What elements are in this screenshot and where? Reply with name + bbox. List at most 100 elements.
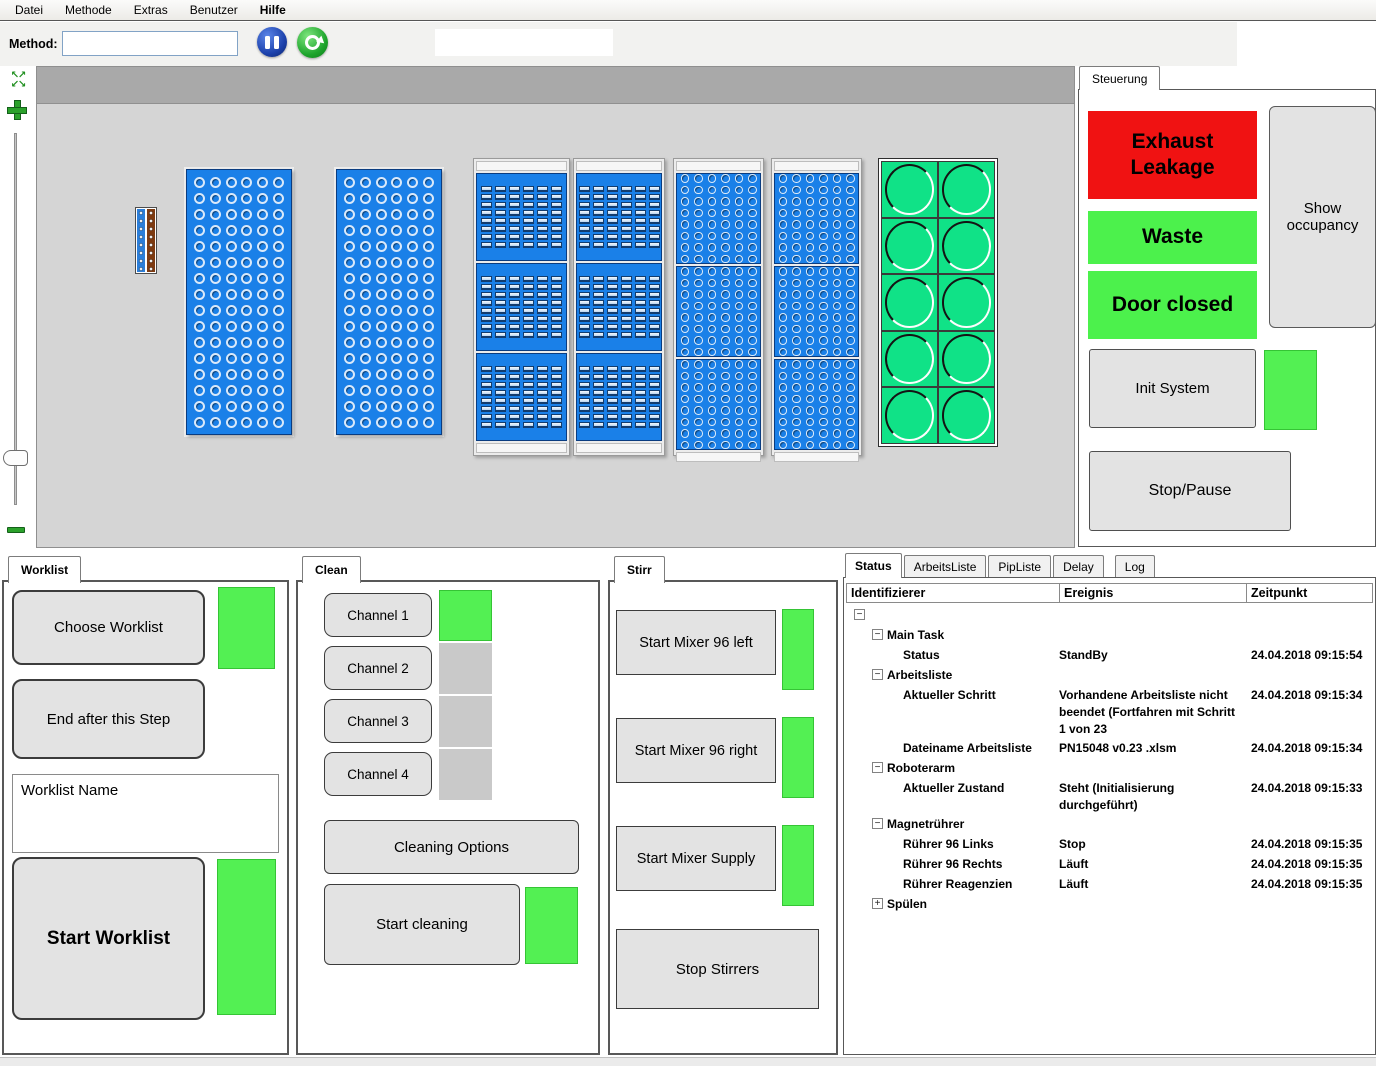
menubar: DateiMethodeExtrasBenutzerHilfe: [0, 0, 1376, 21]
channel-3-indicator: [439, 696, 492, 747]
vial-stack-1: [673, 158, 764, 456]
stop-stirrers-button[interactable]: Stop Stirrers: [616, 929, 819, 1009]
tab-log[interactable]: Log: [1115, 555, 1155, 577]
tube-strip-brown: [147, 209, 155, 272]
stirr-panel: Start Mixer 96 left Start Mixer 96 right S…: [608, 580, 838, 1055]
status-table-header: Identifizierer Ereignis Zeitpunkt: [846, 583, 1373, 603]
status-tree: −−Main TaskStatusStandBy24.04.2018 09:15…: [846, 605, 1373, 1052]
expander-minus-icon[interactable]: −: [872, 818, 883, 829]
tree-row-r-hrer-96-links: Rührer 96 LinksStop24.04.2018 09:15:35: [846, 834, 1373, 854]
exhaust-leakage-indicator[interactable]: Exhaust Leakage: [1088, 111, 1257, 199]
expander-minus-icon[interactable]: −: [872, 629, 883, 640]
fit-view-icon[interactable]: ↖↗↙↘: [8, 71, 28, 90]
app-window: DateiMethodeExtrasBenutzerHilfe Method: …: [0, 0, 1376, 1066]
choose-worklist-button[interactable]: Choose Worklist: [12, 590, 205, 665]
wellplate-left: [186, 169, 292, 435]
tree-row-dateiname-arbeitsliste: Dateiname ArbeitslistePN15048 v0.23 .xls…: [846, 738, 1373, 758]
tab-worklist[interactable]: Worklist: [8, 556, 81, 583]
channel-1-indicator: [439, 590, 492, 641]
channel-4-indicator: [439, 749, 492, 800]
channel-1-button[interactable]: Channel 1: [324, 593, 432, 637]
tab-status[interactable]: Status: [845, 553, 902, 578]
menu-item-datei[interactable]: Datei: [4, 1, 54, 19]
start-mixer-96-left-indicator: [782, 609, 814, 690]
vial-stack-2: [771, 158, 862, 456]
tree-row-aktueller-zustand: Aktueller ZustandSteht (Initialisierung …: [846, 778, 1373, 814]
channel-4-button[interactable]: Channel 4: [324, 752, 432, 796]
expander-minus-icon[interactable]: −: [872, 669, 883, 680]
clean-channels: Channel 1 Channel 2 Channel 3 Channel 4: [324, 590, 492, 800]
status-tabs: StatusArbeitsListePipListeDelay Log: [845, 553, 1155, 578]
worklist-name-field[interactable]: Worklist Name: [12, 774, 279, 853]
zoom-out-icon[interactable]: [7, 527, 25, 533]
channel-2-button[interactable]: Channel 2: [324, 646, 432, 690]
start-mixer-96-right-indicator: [782, 717, 814, 798]
tip-stack-1: [473, 158, 570, 456]
tree-row-main-task: −Main Task: [846, 625, 1373, 645]
tree-row-magnetr-hrer: −Magnetrührer: [846, 814, 1373, 834]
wellplate-right: [336, 169, 442, 435]
tree-row-r-hrer-reagenzien: Rührer ReagenzienLäuft24.04.2018 09:15:3…: [846, 874, 1373, 894]
tree-row-r-hrer-96-rechts: Rührer 96 RechtsLäuft24.04.2018 09:15:35: [846, 854, 1373, 874]
status-column-zeitpunkt: Zeitpunkt: [1247, 584, 1372, 602]
tube-strip: [135, 207, 157, 274]
start-worklist-button[interactable]: Start Worklist: [12, 857, 205, 1020]
menu-item-extras[interactable]: Extras: [123, 1, 179, 19]
menu-item-hilfe[interactable]: Hilfe: [249, 1, 297, 19]
expander-minus-icon[interactable]: −: [854, 609, 865, 620]
status-panel: Identifizierer Ereignis Zeitpunkt −−Main…: [843, 577, 1376, 1055]
trough-rack: [878, 158, 998, 447]
tube-strip-blue: [137, 209, 145, 272]
worklist-panel: Choose Worklist End after this Step Work…: [2, 580, 289, 1055]
pause-icon[interactable]: [257, 27, 287, 57]
toolbar: Method:: [0, 22, 1237, 66]
init-system-button[interactable]: Init System: [1089, 349, 1256, 428]
steuerung-panel: Exhaust Leakage Waste Door closed Show o…: [1078, 89, 1376, 547]
deck-canvas: [36, 66, 1075, 548]
start-cleaning-indicator: [525, 887, 578, 964]
stirr-mixers: Start Mixer 96 left Start Mixer 96 right S…: [616, 609, 814, 906]
start-mixer-96-left-button[interactable]: Start Mixer 96 left: [616, 610, 776, 675]
tree-row-root: −: [846, 605, 1373, 625]
tree-row-sp-len: +Spülen: [846, 894, 1373, 914]
tab-steuerung[interactable]: Steuerung: [1079, 66, 1160, 90]
start-cleaning-button[interactable]: Start cleaning: [324, 884, 520, 965]
clean-panel: Channel 1 Channel 2 Channel 3 Channel 4 Cle…: [296, 580, 600, 1055]
menu-item-benutzer[interactable]: Benutzer: [179, 1, 249, 19]
tab-arbeitsliste[interactable]: ArbeitsListe: [904, 555, 987, 577]
start-mixer-96-right-button[interactable]: Start Mixer 96 right: [616, 718, 776, 783]
status-bar: [0, 1057, 1376, 1066]
toolbar-display-box: [435, 29, 613, 56]
choose-worklist-indicator: [218, 587, 275, 669]
tree-row-arbeitsliste: −Arbeitsliste: [846, 665, 1373, 685]
waste-indicator[interactable]: Waste: [1088, 211, 1257, 264]
expander-plus-icon[interactable]: +: [872, 898, 883, 909]
expander-minus-icon[interactable]: −: [872, 762, 883, 773]
zoom-slider-thumb[interactable]: [3, 450, 28, 466]
zoom-in-icon[interactable]: [6, 99, 26, 119]
menu-item-methode[interactable]: Methode: [54, 1, 123, 19]
deck-top-rail: [37, 67, 1074, 104]
tree-row-roboterarm: −Roboterarm: [846, 758, 1373, 778]
start-worklist-indicator: [217, 859, 276, 1015]
status-column-identifizierer: Identifizierer: [847, 584, 1060, 602]
start-mixer-supply-button[interactable]: Start Mixer Supply: [616, 826, 776, 891]
show-occupancy-button[interactable]: Show occupancy: [1269, 106, 1376, 328]
channel-2-indicator: [439, 643, 492, 694]
tab-delay[interactable]: Delay: [1053, 555, 1104, 577]
end-after-step-button[interactable]: End after this Step: [12, 679, 205, 759]
method-input[interactable]: [62, 31, 238, 56]
method-label: Method:: [9, 37, 58, 51]
start-mixer-supply-indicator: [782, 825, 814, 906]
door-closed-indicator[interactable]: Door closed: [1088, 271, 1257, 339]
stop-pause-button[interactable]: Stop/Pause: [1089, 451, 1291, 531]
tip-stack-2: [573, 158, 665, 456]
refresh-icon[interactable]: [297, 27, 328, 58]
tab-stirr[interactable]: Stirr: [614, 556, 665, 583]
tab-clean[interactable]: Clean: [302, 556, 361, 583]
channel-3-button[interactable]: Channel 3: [324, 699, 432, 743]
init-system-indicator: [1264, 350, 1317, 430]
tree-row-status: StatusStandBy24.04.2018 09:15:54: [846, 645, 1373, 665]
tab-pipliste[interactable]: PipListe: [988, 555, 1051, 577]
cleaning-options-button[interactable]: Cleaning Options: [324, 820, 579, 874]
